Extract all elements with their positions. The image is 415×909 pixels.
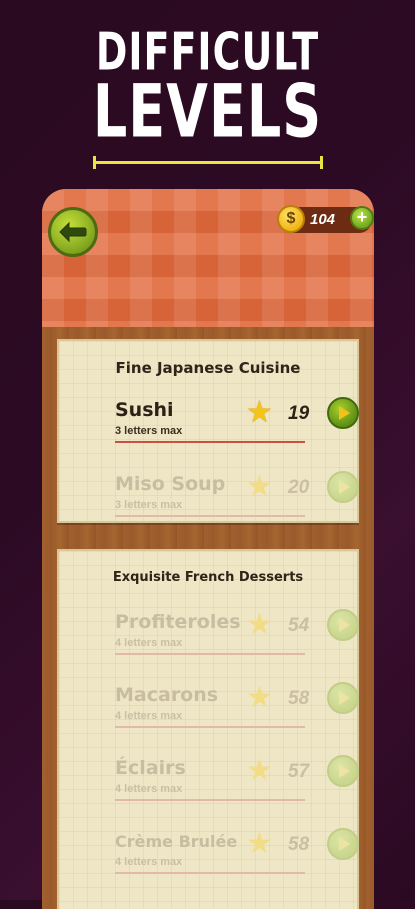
level-subtitle: 4 letters max: [115, 783, 183, 795]
coin-icon: $: [277, 205, 305, 233]
play-icon: [339, 691, 350, 705]
level-number: 58: [288, 834, 310, 855]
headline-line-2: LEVELS: [92, 68, 323, 155]
star-icon: ★: [246, 681, 273, 714]
level-subtitle: 3 letters max: [115, 499, 183, 511]
play-icon: [339, 618, 350, 632]
level-number: 20: [288, 477, 310, 498]
star-icon: ★: [246, 396, 273, 429]
level-divider: [115, 441, 305, 443]
level-divider: [115, 799, 305, 801]
play-button[interactable]: [327, 755, 359, 787]
play-button[interactable]: [327, 397, 359, 429]
level-number: 54: [288, 615, 310, 636]
play-icon: [339, 406, 350, 420]
add-coins-button[interactable]: +: [350, 206, 374, 230]
back-button[interactable]: [48, 207, 98, 257]
level-subtitle: 3 letters max: [115, 425, 183, 437]
level-divider: [115, 726, 305, 728]
play-icon: [339, 480, 350, 494]
level-name: Macarons: [115, 684, 219, 706]
level-divider: [115, 515, 305, 517]
play-icon: [339, 764, 350, 778]
level-subtitle: 4 letters max: [115, 856, 183, 868]
level-name: Crème Brulée: [115, 832, 238, 851]
star-icon: ★: [246, 470, 273, 503]
coin-balance: $ 104 +: [277, 205, 374, 233]
level-name: Miso Soup: [115, 473, 226, 495]
play-button[interactable]: [327, 682, 359, 714]
star-icon: ★: [246, 608, 273, 641]
level-row-creme-brulee[interactable]: Crème Brulée 4 letters max ★ 58: [59, 827, 359, 892]
phone-screen: $ 104 + Fine Japanese Cuisine Sushi 3 le…: [42, 189, 374, 909]
back-arrow-icon: [59, 221, 87, 243]
level-name: Profiteroles: [115, 611, 241, 633]
level-row-profiteroles[interactable]: Profiteroles 4 letters max ★ 54: [59, 608, 359, 673]
level-subtitle: 4 letters max: [115, 637, 183, 649]
level-row-macarons[interactable]: Macarons 4 letters max ★ 58: [59, 681, 359, 746]
play-button[interactable]: [327, 609, 359, 641]
level-number: 57: [288, 761, 310, 782]
level-row-sushi[interactable]: Sushi 3 letters max ★ 19: [59, 396, 359, 461]
level-subtitle: 4 letters max: [115, 710, 183, 722]
category-card-french: Exquisite French Desserts Profiteroles 4…: [57, 549, 359, 909]
category-title: Exquisite French Desserts: [112, 570, 304, 585]
level-divider: [115, 653, 305, 655]
level-number: 19: [288, 403, 310, 424]
play-button[interactable]: [327, 471, 359, 503]
headline-divider: [93, 156, 323, 169]
level-divider: [115, 872, 305, 874]
level-number: 58: [288, 688, 310, 709]
level-row-eclairs[interactable]: Éclairs 4 letters max ★ 57: [59, 754, 359, 819]
play-icon: [339, 837, 350, 851]
star-icon: ★: [246, 827, 273, 860]
level-name: Éclairs: [115, 757, 186, 779]
top-bar: $ 104 +: [42, 189, 374, 327]
level-name: Sushi: [115, 399, 174, 421]
category-title: Fine Japanese Cuisine: [115, 359, 301, 377]
play-button[interactable]: [327, 828, 359, 860]
category-card-japanese: Fine Japanese Cuisine Sushi 3 letters ma…: [57, 339, 359, 523]
star-icon: ★: [246, 754, 273, 787]
level-row-miso-soup[interactable]: Miso Soup 3 letters max ★ 20: [59, 470, 359, 535]
coin-count: 104: [310, 211, 336, 228]
